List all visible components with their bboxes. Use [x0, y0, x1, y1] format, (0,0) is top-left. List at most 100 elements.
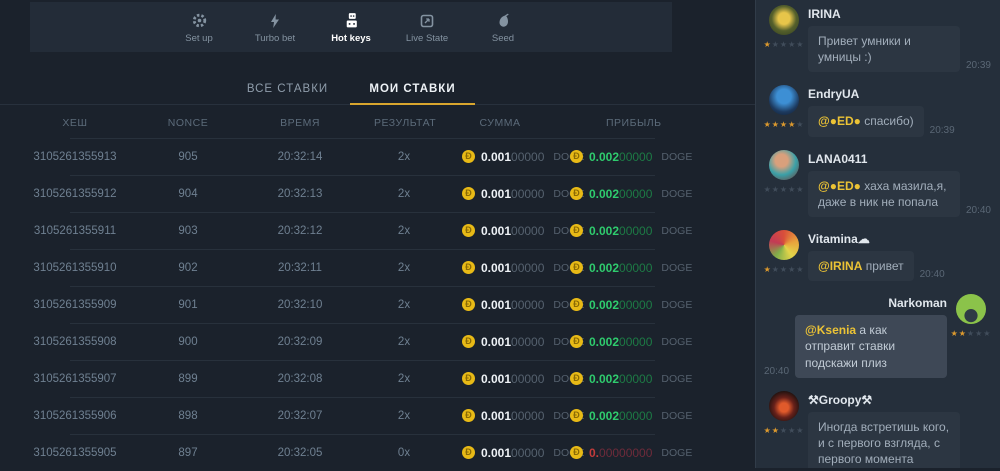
cell-nonce: 901 — [150, 299, 226, 311]
profit-main: 0.002 — [589, 409, 619, 423]
chat-username[interactable]: Vitamina☁ — [808, 232, 991, 246]
user-avatar[interactable] — [956, 294, 986, 324]
cell-hash: 3105261355909 — [0, 299, 150, 311]
chat-message: ★★★★★ ⚒Groopy⚒ Иногда встретишь кого, и … — [764, 391, 991, 468]
toolbar-item-turbo-bet[interactable]: Turbo bet — [244, 12, 306, 44]
user-avatar[interactable] — [769, 230, 799, 260]
chat-timestamp: 20:39 — [930, 125, 955, 136]
toolbar-item-setup[interactable]: Set up — [168, 12, 230, 44]
profit-main: 0.002 — [589, 372, 619, 386]
amount-main: 0.001 — [481, 261, 511, 275]
user-avatar[interactable] — [769, 85, 799, 115]
cell-hash: 3105261355912 — [0, 188, 150, 200]
cell-nonce: 902 — [150, 262, 226, 274]
empty-stars: ★★★ — [780, 426, 805, 435]
chat-message: ★★★★★ LANA0411 @●ED● хаха мазила,я, даже… — [764, 150, 991, 217]
empty-stars: ★★★★ — [772, 40, 805, 49]
table-row[interactable]: 3105261355910 902 20:32:11 2x Ð 0.001 00… — [0, 249, 755, 286]
user-rating-stars: ★★★★★ — [764, 426, 805, 435]
cell-result: 2x — [374, 225, 434, 237]
profit-main: 0.002 — [589, 187, 619, 201]
toolbar-item-seed[interactable]: Seed — [472, 12, 534, 44]
toolbar-label: Turbo bet — [244, 33, 306, 44]
amount-trailing-zeros: 00000 — [511, 150, 544, 164]
cell-hash: 3105261355906 — [0, 410, 150, 422]
table-row[interactable]: 3105261355911 903 20:32:12 2x Ð 0.001 00… — [0, 212, 755, 249]
chat-bubble-row: @●ED● хаха мазила,я, даже в ник не попал… — [808, 171, 991, 217]
chat-message-body: EndryUA @●ED● спасибо) 20:39 — [804, 85, 991, 136]
chat-user-column: ★★★★★ — [764, 230, 804, 281]
game-toolbar: Set up Turbo bet Hot keys Live — [30, 2, 672, 52]
cell-amount: Ð 0.001 00000 DOGE — [434, 150, 566, 164]
bets-tabs: ВСЕ СТАВКИ МОИ СТАВКИ — [0, 78, 755, 105]
user-avatar[interactable] — [769, 150, 799, 180]
toolbar-label: Hot keys — [320, 33, 382, 44]
chat-panel: ★★★★★ IRINA Привет умники и умницы :) 20… — [755, 0, 1000, 468]
toolbar-item-live-state[interactable]: Live State — [396, 12, 458, 44]
cell-time: 20:32:14 — [226, 151, 374, 163]
column-header-nonce: NONCE — [150, 117, 226, 129]
cell-amount: Ð 0.001 00000 DOGE — [434, 335, 566, 349]
tab-all-bets[interactable]: ВСЕ СТАВКИ — [225, 78, 350, 105]
chat-username[interactable]: LANA0411 — [808, 152, 991, 166]
currency-label: DOGE — [661, 447, 692, 459]
chat-username[interactable]: ⚒Groopy⚒ — [808, 393, 991, 407]
chat-username[interactable]: Narkoman — [764, 296, 947, 310]
user-avatar[interactable] — [769, 391, 799, 421]
cell-result: 2x — [374, 151, 434, 163]
currency-label: DOGE — [661, 262, 692, 274]
table-row[interactable]: 3105261355913 905 20:32:14 2x Ð 0.001 00… — [0, 138, 755, 175]
amount-main: 0.001 — [481, 372, 511, 386]
doge-coin-icon: Ð — [570, 224, 583, 237]
chat-mention[interactable]: @●ED● — [818, 114, 861, 128]
cell-result: 2x — [374, 373, 434, 385]
chat-text: Привет умники и умницы :) — [818, 34, 911, 64]
profit-trailing-zeros: 00000 — [619, 150, 652, 164]
amount-main: 0.001 — [481, 224, 511, 238]
table-row[interactable]: 3105261355908 900 20:32:09 2x Ð 0.001 00… — [0, 323, 755, 360]
filled-stars: ★ — [764, 265, 772, 274]
profit-trailing-zeros: 00000 — [619, 335, 652, 349]
cell-profit: Ð 0.002 00000 DOGE — [566, 372, 755, 386]
amount-trailing-zeros: 00000 — [511, 298, 544, 312]
profit-main: 0. — [589, 446, 599, 460]
table-row[interactable]: 3105261355907 899 20:32:08 2x Ð 0.001 00… — [0, 360, 755, 397]
user-avatar[interactable] — [769, 5, 799, 35]
live-state-icon — [396, 12, 458, 29]
cell-time: 20:32:05 — [226, 447, 374, 459]
column-header-amount: СУММА — [434, 117, 566, 129]
cell-amount: Ð 0.001 00000 DOGE — [434, 298, 566, 312]
chat-username[interactable]: IRINA — [808, 7, 991, 21]
chat-mention[interactable]: @Ksenia — [805, 323, 856, 337]
tab-my-bets[interactable]: МОИ СТАВКИ — [350, 78, 475, 105]
chat-user-column: ★★★★★ — [764, 150, 804, 217]
table-header-row: ХЕШ NONCE ВРЕМЯ РЕЗУЛЬТАТ СУММА ПРИБЫЛЬ — [0, 108, 755, 138]
amount-trailing-zeros: 00000 — [511, 335, 544, 349]
toolbar-label: Live State — [396, 33, 458, 44]
chat-mention[interactable]: @IRINA — [818, 259, 862, 273]
table-row[interactable]: 3105261355909 901 20:32:10 2x Ð 0.001 00… — [0, 286, 755, 323]
chat-messages: ★★★★★ IRINA Привет умники и умницы :) 20… — [764, 5, 991, 468]
currency-label: DOGE — [661, 336, 692, 348]
table-row[interactable]: 3105261355905 897 20:32:05 0x Ð 0.001 00… — [0, 434, 755, 471]
chat-message-body: IRINA Привет умники и умницы :) 20:39 — [804, 5, 991, 72]
cell-time: 20:32:13 — [226, 188, 374, 200]
chat-mention[interactable]: @●ED● — [818, 179, 861, 193]
dice-stack-icon — [320, 12, 382, 29]
chat-user-column: ★★★★★ — [951, 294, 991, 378]
chat-username[interactable]: EndryUA — [808, 87, 991, 101]
cell-amount: Ð 0.001 00000 DOGE — [434, 372, 566, 386]
chat-timestamp: 20:40 — [920, 269, 945, 280]
table-row[interactable]: 3105261355912 904 20:32:13 2x Ð 0.001 00… — [0, 175, 755, 212]
cell-result: 2x — [374, 299, 434, 311]
amount-trailing-zeros: 00000 — [511, 224, 544, 238]
chat-user-column: ★★★★★ — [764, 5, 804, 72]
profit-trailing-zeros: 00000 — [619, 409, 652, 423]
table-row[interactable]: 3105261355906 898 20:32:07 2x Ð 0.001 00… — [0, 397, 755, 434]
profit-trailing-zeros: 00000 — [619, 187, 652, 201]
toolbar-item-hot-keys[interactable]: Hot keys — [320, 12, 382, 44]
cell-time: 20:32:07 — [226, 410, 374, 422]
column-header-profit: ПРИБЫЛЬ — [566, 117, 755, 129]
cell-result: 2x — [374, 410, 434, 422]
bets-table: ХЕШ NONCE ВРЕМЯ РЕЗУЛЬТАТ СУММА ПРИБЫЛЬ … — [0, 108, 755, 471]
